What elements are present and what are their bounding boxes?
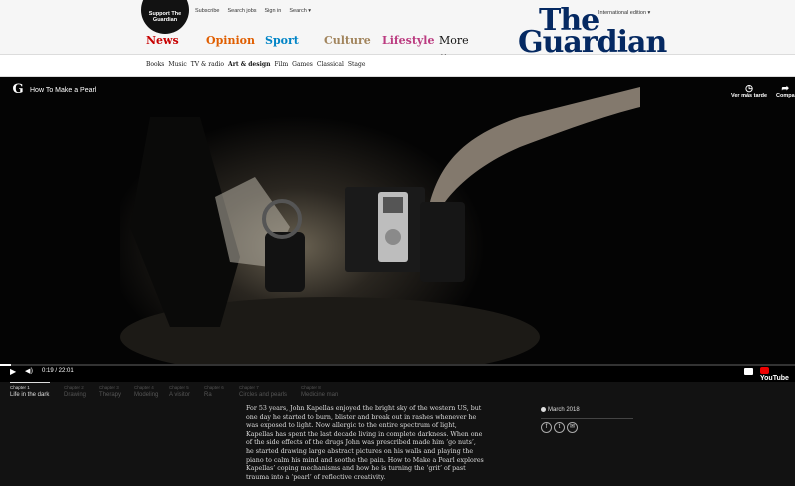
youtube-label: YouTube xyxy=(760,375,789,382)
subnav-music[interactable]: Music xyxy=(168,61,186,68)
progress-fill xyxy=(0,364,12,366)
chapter-title: Therapy xyxy=(99,392,122,398)
search-link[interactable]: Search ▾ xyxy=(289,8,311,14)
chapter-title: A visitor xyxy=(169,392,191,398)
chapter-title: Circles and pearls xyxy=(239,392,288,398)
subnav-art-design[interactable]: Art & design xyxy=(228,61,270,68)
chapter-3[interactable]: Chapter 3 Therapy xyxy=(99,382,134,404)
video-controls xyxy=(0,364,795,382)
email-share-icon[interactable]: ✉ xyxy=(567,422,578,433)
meta-divider xyxy=(541,418,633,419)
chapter-5[interactable]: Chapter 5A visitor xyxy=(169,382,204,404)
chapter-title: Medicine man xyxy=(301,392,339,398)
play-icon[interactable]: ▶ xyxy=(10,367,16,376)
subnav-books[interactable]: Books xyxy=(146,61,164,68)
chapter-6[interactable]: Chapter 6 Ra xyxy=(204,382,239,404)
guardian-g-icon: G xyxy=(12,82,24,97)
subnav-tv-radio[interactable]: TV & radio xyxy=(191,61,224,68)
facebook-share-icon[interactable]: f xyxy=(541,422,552,433)
chapter-7[interactable]: Chapter 7 Circles and pearls xyxy=(239,382,301,404)
support-the-guardian-button[interactable]: Support The Guardian xyxy=(141,0,189,34)
standfirst-text: For 53 years, John Kapellas enjoyed the … xyxy=(246,405,484,481)
share-arrow-icon: ➦ xyxy=(781,83,790,93)
captions-icon[interactable] xyxy=(744,368,753,375)
chapter-title: Ra xyxy=(204,392,212,398)
guardian-logo[interactable]: The Guardian xyxy=(518,6,667,58)
chapter-2[interactable]: Chapter 2 Drawing xyxy=(64,382,99,404)
date-label: March 2018 xyxy=(548,407,580,413)
subscribe-link[interactable]: Subscribe xyxy=(195,8,219,14)
chapter-title: Life in the dark xyxy=(10,392,50,398)
video-frame xyxy=(0,77,795,380)
time-display: 0:19 / 22:01 xyxy=(42,368,74,374)
sign-in-link[interactable]: Sign in xyxy=(265,8,282,14)
article-body: For 53 years, John Kapellas enjoyed the … xyxy=(0,404,795,486)
chapter-8[interactable]: Chapter 8 Medicine man xyxy=(301,382,339,404)
twitter-share-icon[interactable]: t xyxy=(554,422,565,433)
subnav-games[interactable]: Games xyxy=(292,61,313,68)
subnav-stage[interactable]: Stage xyxy=(348,61,366,68)
search-jobs-link[interactable]: Search jobs xyxy=(227,8,256,14)
progress-bar[interactable] xyxy=(0,364,795,366)
video-player[interactable]: G How To Make a Pearl ◷ Ver más tarde ➦ … xyxy=(0,77,795,380)
clock-icon: ◷ xyxy=(745,83,753,93)
clock-icon xyxy=(541,407,546,412)
chapter-title: Modeling xyxy=(134,392,159,398)
subnav-classical[interactable]: Classical xyxy=(317,61,344,68)
share-label: Compa xyxy=(776,93,795,99)
chapter-4[interactable]: Chapter 4 Modeling xyxy=(134,382,169,404)
volume-icon[interactable]: ◀) xyxy=(25,367,33,375)
video-title[interactable]: How To Make a Pearl xyxy=(30,87,96,94)
publication-date: March 2018 xyxy=(541,407,580,413)
watch-later-button[interactable]: ◷ Ver más tarde xyxy=(731,83,767,99)
subnav-film[interactable]: Film xyxy=(274,61,288,68)
share-buttons: f t ✉ xyxy=(541,422,578,433)
chapter-title: Drawing xyxy=(64,392,87,398)
site-header: Support The Guardian Subscribe Search jo… xyxy=(0,0,795,60)
share-button[interactable]: ➦ Compa xyxy=(776,83,795,99)
top-links: Subscribe Search jobs Sign in Search ▾ xyxy=(195,8,311,14)
youtube-button[interactable]: YouTube xyxy=(760,367,795,382)
culture-subnav: Books Music TV & radio Art & design Film… xyxy=(0,55,795,77)
youtube-icon xyxy=(760,367,769,374)
watch-later-label: Ver más tarde xyxy=(731,93,768,99)
chapter-list: Chapter 1 Life in the dark Chapter 2 Drawi… xyxy=(0,382,795,404)
chapter-1[interactable]: Chapter 1 Life in the dark xyxy=(10,382,64,404)
